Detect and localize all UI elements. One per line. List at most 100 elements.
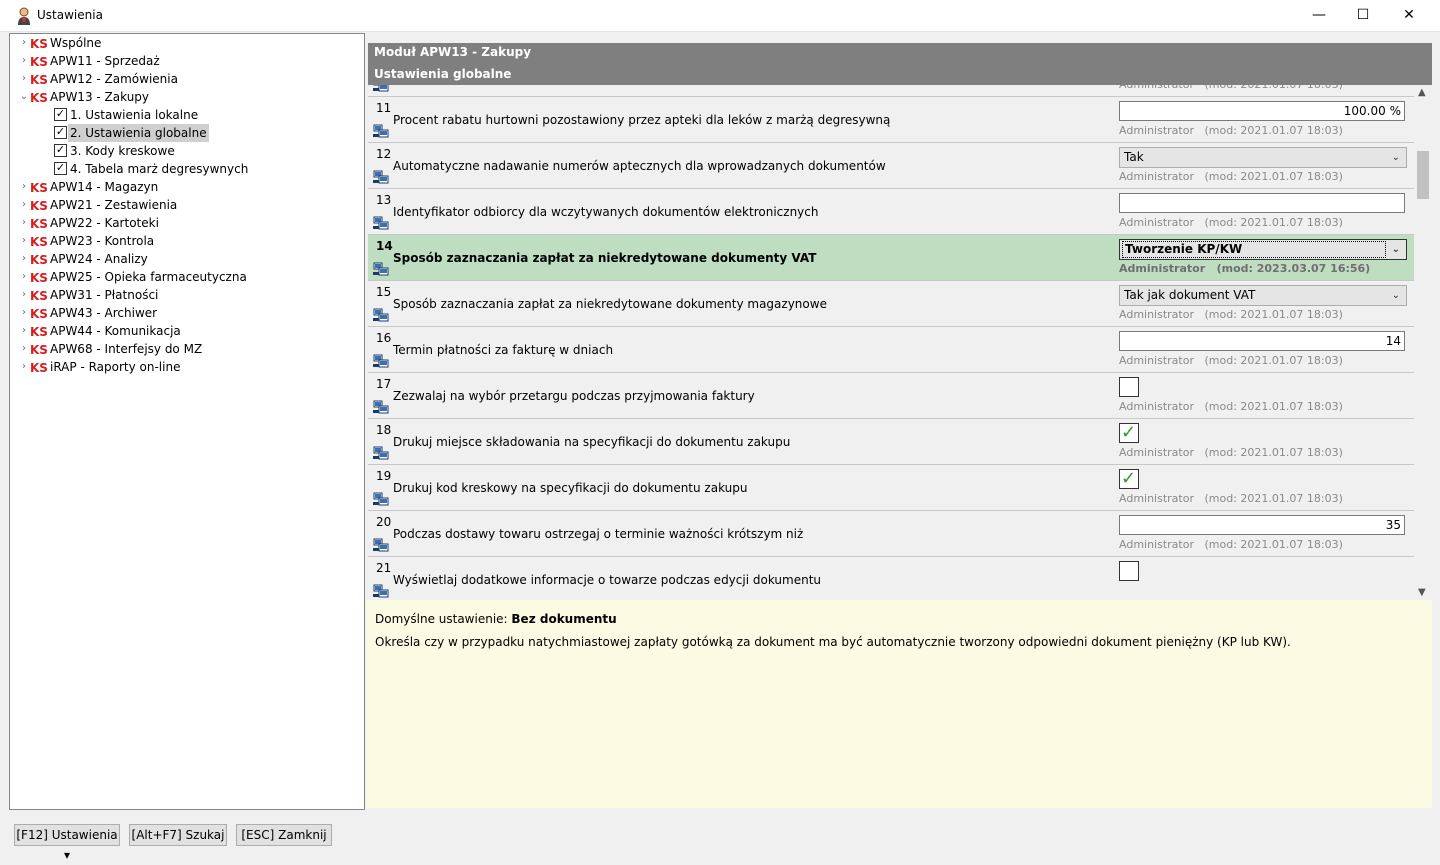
expand-chevron-icon[interactable]: ›: [18, 70, 30, 88]
tree-node-label[interactable]: APW44 - Komunikacja: [50, 322, 181, 340]
close-window-button[interactable]: ✕: [1386, 0, 1432, 31]
global-setting-icon: [373, 400, 389, 414]
setting-row[interactable]: 17 Zezwalaj na wybór przetargu podczas pr…: [368, 373, 1414, 419]
global-setting-icon: [373, 216, 389, 230]
modification-info: Administrator (mod: 2021.01.07 18:03): [1119, 216, 1343, 229]
tree-node-label[interactable]: APW31 - Płatności: [50, 286, 158, 304]
tree-child-label[interactable]: 4. Tabela marż degresywnych: [68, 160, 250, 178]
setting-row[interactable]: 11 Procent rabatu hurtowni pozostawiony p…: [368, 97, 1414, 143]
tree-node-label[interactable]: iRAP - Raporty on-line: [50, 358, 180, 376]
setting-checkbox[interactable]: [1119, 377, 1139, 397]
expand-chevron-icon[interactable]: ›: [18, 214, 30, 232]
expand-chevron-icon[interactable]: ›: [18, 178, 30, 196]
setting-row[interactable]: 20 Podczas dostawy towaru ostrzegaj o ter…: [368, 511, 1414, 557]
setting-checkbox[interactable]: [1119, 561, 1139, 581]
settings-grid[interactable]: Procent rabatu hurtowni pozostawiony prz…: [368, 85, 1414, 600]
expand-chevron-icon[interactable]: ›: [18, 322, 30, 340]
close-button[interactable]: [ESC] Zamknij: [236, 824, 332, 846]
tree-node-label[interactable]: APW43 - Archiwer: [50, 304, 157, 322]
setting-value-select[interactable]: Tak jak dokument VAT ⌄: [1119, 285, 1407, 306]
setting-value-input[interactable]: [1119, 193, 1405, 213]
ks-logo-icon: KS: [30, 307, 48, 320]
setting-row[interactable]: 18 Drukuj miejsce składowania na specyfik…: [368, 419, 1414, 465]
settings-tree[interactable]: › KS Wspólne › KS APW11 - Sprzedaż › KS APW12 - …: [9, 33, 365, 810]
setting-value-input[interactable]: 100.00 %: [1119, 101, 1405, 121]
tree-node-label[interactable]: APW24 - Analizy: [50, 250, 148, 268]
expand-chevron-icon[interactable]: ›: [18, 232, 30, 250]
setting-row[interactable]: 19 Drukuj kod kreskowy na specyfikacji do…: [368, 465, 1414, 511]
tree-child-label[interactable]: 3. Kody kreskowe: [68, 142, 177, 160]
tree-node-label[interactable]: APW14 - Magazyn: [50, 178, 158, 196]
svg-text:KS: KS: [30, 361, 48, 374]
setting-checkbox[interactable]: ✓: [1119, 468, 1139, 489]
default-setting-label: Domyślne ustawienie:: [375, 612, 508, 626]
setting-value-input[interactable]: 35: [1119, 515, 1405, 535]
checkmark-icon: ✓: [1121, 422, 1137, 443]
setting-value-select[interactable]: Tworzenie KP/KW ⌄: [1119, 239, 1407, 260]
expand-chevron-icon[interactable]: ›: [18, 196, 30, 214]
bottom-toolbar: [F12] Ustawienia ▾ [Alt+F7] Szukaj [ESC]…: [9, 818, 1432, 862]
ks-logo-icon: KS: [30, 73, 48, 86]
ks-logo-icon: KS: [30, 37, 48, 50]
window-title: Ustawienia: [37, 8, 103, 22]
svg-text:KS: KS: [30, 199, 48, 212]
setting-row[interactable]: 13 Identyfikator odbiorcy dla wczytywanyc…: [368, 189, 1414, 235]
tree-child-label[interactable]: 2. Ustawienia globalne: [68, 124, 209, 142]
tree-node-label[interactable]: APW22 - Kartoteki: [50, 214, 159, 232]
svg-text:KS: KS: [30, 181, 48, 194]
tree-child-label[interactable]: 1. Ustawienia lokalne: [68, 106, 200, 124]
scroll-thumb[interactable]: [1417, 151, 1429, 199]
setting-row[interactable]: 12 Automatyczne nadawanie numerów apteczn…: [368, 143, 1414, 189]
expand-chevron-icon[interactable]: ›: [18, 52, 30, 70]
maximize-button[interactable]: ☐: [1340, 0, 1386, 31]
tree-node-label[interactable]: APW68 - Interfejsy do MZ: [50, 340, 202, 358]
tree-node-label[interactable]: Wspólne: [50, 34, 101, 52]
setting-row[interactable]: 21 Wyświetlaj dodatkowe informacje o towa…: [368, 557, 1414, 600]
chevron-down-icon[interactable]: ⌄: [1392, 148, 1400, 167]
setting-value-select[interactable]: Tak ⌄: [1119, 147, 1407, 168]
svg-text:KS: KS: [30, 37, 48, 50]
setting-row[interactable]: 16 Termin płatności za fakturę w dniach 14…: [368, 327, 1414, 373]
vertical-scrollbar[interactable]: ▲ ▼: [1414, 85, 1432, 600]
expand-chevron-icon[interactable]: ›: [18, 286, 30, 304]
global-setting-icon: [373, 308, 389, 322]
expand-chevron-icon[interactable]: ›: [18, 34, 30, 52]
ks-logo-icon: KS: [30, 91, 48, 104]
setting-description: Określa czy w przypadku natychmiastowej …: [375, 635, 1291, 649]
tree-node-label[interactable]: APW11 - Sprzedaż: [50, 52, 160, 70]
section-title: Ustawienia globalne: [374, 67, 512, 81]
setting-number: 16: [376, 331, 392, 345]
chevron-down-icon[interactable]: ⌄: [1392, 240, 1400, 259]
svg-text:KS: KS: [30, 289, 48, 302]
ks-logo-icon: KS: [30, 361, 48, 374]
tree-node-label[interactable]: APW12 - Zamówienia: [50, 70, 178, 88]
settings-menu-button[interactable]: [F12] Ustawienia ▾: [14, 824, 120, 862]
svg-text:KS: KS: [30, 325, 48, 338]
minimize-button[interactable]: —: [1296, 0, 1342, 31]
tree-node-label[interactable]: APW25 - Opieka farmaceutyczna: [50, 268, 247, 286]
setting-row[interactable]: 14 Sposób zaznaczania zapłat za niekredyt…: [368, 235, 1414, 281]
tree-node-label[interactable]: APW13 - Zakupy: [50, 88, 149, 106]
expand-chevron-icon[interactable]: ›: [18, 304, 30, 322]
setting-value-input[interactable]: 14: [1119, 331, 1405, 351]
tree-node-label[interactable]: APW21 - Zestawienia: [50, 196, 177, 214]
setting-row[interactable]: 15 Sposób zaznaczania zapłat za niekredyt…: [368, 281, 1414, 327]
ks-logo-icon: KS: [30, 55, 48, 68]
scroll-down-icon[interactable]: ▼: [1418, 587, 1426, 598]
tree-node-label[interactable]: APW23 - Kontrola: [50, 232, 154, 250]
ks-logo-icon: KS: [30, 289, 48, 302]
setting-description: Drukuj miejsce składowania na specyfikac…: [393, 435, 791, 449]
setting-row[interactable]: Procent rabatu hurtowni pozostawiony prz…: [368, 85, 1414, 97]
ks-logo-icon: KS: [30, 253, 48, 266]
search-button[interactable]: [Alt+F7] Szukaj: [129, 824, 227, 846]
expand-chevron-icon[interactable]: ⌄: [18, 88, 30, 106]
setting-checkbox[interactable]: ✓: [1119, 422, 1139, 443]
checkmark-icon: ✓: [54, 125, 67, 139]
expand-chevron-icon[interactable]: ›: [18, 358, 30, 376]
expand-chevron-icon[interactable]: ›: [18, 268, 30, 286]
scroll-up-icon[interactable]: ▲: [1418, 87, 1426, 98]
expand-chevron-icon[interactable]: ›: [18, 250, 30, 268]
chevron-down-icon[interactable]: ⌄: [1392, 286, 1400, 305]
expand-chevron-icon[interactable]: ›: [18, 340, 30, 358]
setting-number: 14: [376, 239, 393, 253]
